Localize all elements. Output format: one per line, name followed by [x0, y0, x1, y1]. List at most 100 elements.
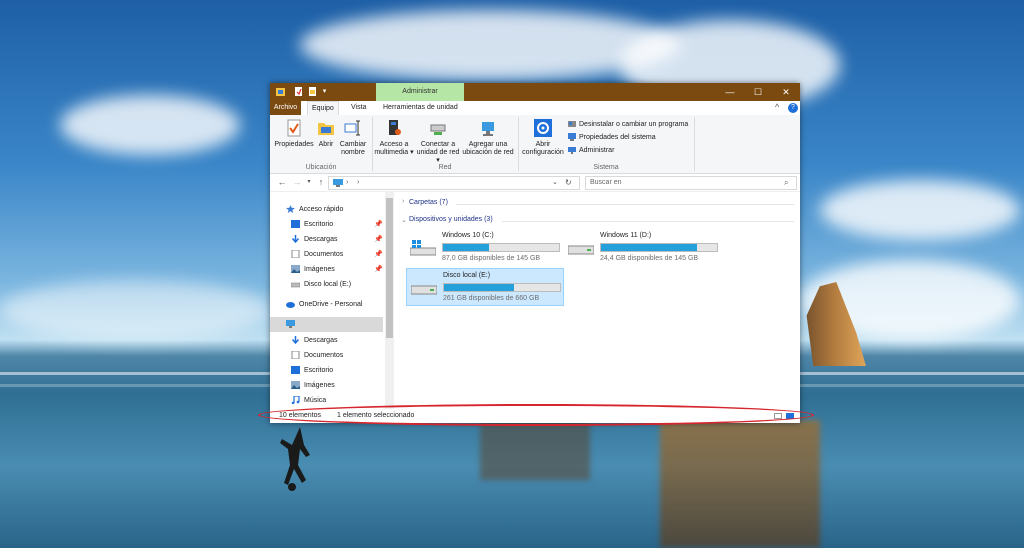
manage-computer-icon: [568, 147, 576, 155]
section-dispositivos[interactable]: Dispositivos y unidades (3): [409, 216, 493, 223]
nav-label: Imágenes: [304, 382, 335, 389]
section-divider: [456, 204, 794, 205]
nav-descargas-pc[interactable]: Descargas: [270, 333, 404, 348]
conectar-label-2: unidad de red ▾: [416, 149, 460, 164]
search-placeholder: Buscar en: [590, 179, 622, 186]
nav-disco-local[interactable]: Disco local (E:): [270, 277, 404, 292]
search-icon[interactable]: ⌕: [784, 177, 788, 189]
media-server-icon: [389, 120, 401, 135]
properties-icon[interactable]: [294, 86, 303, 97]
help-icon[interactable]: ?: [788, 103, 798, 113]
nav-escritorio-pc[interactable]: Escritorio: [270, 363, 404, 378]
nav-label: Documentos: [304, 251, 344, 258]
explorer-icon[interactable]: [276, 86, 285, 97]
conectar-label-1: Conectar a: [420, 141, 456, 148]
administrar-button[interactable]: Administrar: [568, 146, 614, 155]
chevron-down-icon[interactable]: ⌄: [401, 216, 407, 224]
music-icon: [291, 396, 300, 405]
nav-scrollbar[interactable]: [385, 192, 394, 409]
nav-onedrive[interactable]: OneDrive - Personal: [270, 297, 399, 312]
abrir-button[interactable]: Abrir: [314, 119, 338, 149]
agregar-label-2: ubicación de red: [462, 149, 514, 156]
document-icon: [291, 250, 300, 259]
nav-acceso-rapido[interactable]: Acceso rápido: [270, 202, 399, 217]
back-icon[interactable]: ←: [276, 176, 288, 188]
tab-herramientas-de-unidad[interactable]: Herramientas de unidad: [379, 101, 462, 115]
nav-label: Documentos: [304, 352, 344, 359]
section-carpetas[interactable]: Carpetas (7): [409, 199, 448, 206]
desinstalar-programa-button[interactable]: Desinstalar o cambiar un programa: [568, 120, 688, 129]
download-icon: [291, 235, 300, 244]
breadcrumb-chevron-icon[interactable]: ›: [346, 177, 348, 189]
ribbon-tabs: Archivo Equipo Vista Herramientas de uni…: [270, 101, 800, 116]
drive-name: Windows 11 (D:): [600, 232, 652, 239]
breadcrumb-chevron-icon[interactable]: ›: [357, 177, 359, 189]
search-input[interactable]: Buscar en ⌕: [585, 176, 797, 190]
forward-icon[interactable]: →: [291, 176, 303, 188]
drive-icon: [411, 285, 437, 295]
propiedades-sistema-button[interactable]: Propiedades del sistema: [568, 133, 656, 142]
propiedades-button[interactable]: Propiedades: [274, 119, 314, 149]
drive-free-space: 87,0 GB disponibles de 145 GB: [442, 255, 541, 262]
tab-administrar[interactable]: Administrar: [376, 83, 464, 101]
this-pc-icon: [286, 320, 295, 329]
drive-free-space: 261 GB disponibles de 660 GB: [443, 295, 540, 302]
drive-d[interactable]: Windows 11 (D:) 24,4 GB disponibles de 1…: [564, 229, 720, 265]
up-arrow-icon[interactable]: ↑: [315, 176, 327, 188]
cambiar-label-2: nombre: [341, 149, 365, 156]
tab-equipo[interactable]: Equipo: [307, 101, 339, 116]
tab-archivo[interactable]: Archivo: [270, 101, 301, 115]
star-icon: [286, 205, 295, 214]
pin-icon[interactable]: 📌: [374, 262, 383, 277]
propiedades-sistema-label: Propiedades del sistema: [579, 134, 656, 141]
chevron-right-icon[interactable]: ›: [402, 198, 404, 205]
this-pc-icon: [333, 179, 343, 187]
pin-icon[interactable]: 📌: [374, 232, 383, 247]
document-icon: [291, 351, 300, 360]
acceso-multimedia-button[interactable]: Acceso a multimedia ▾: [374, 119, 414, 157]
pin-icon[interactable]: 📌: [374, 217, 383, 232]
drive-usage-bar: [600, 243, 718, 252]
address-dropdown-icon[interactable]: ⌄: [552, 177, 558, 189]
water-reflection: [480, 420, 590, 480]
tab-vista[interactable]: Vista: [347, 101, 370, 115]
highlight-annotation: [258, 404, 814, 426]
nav-this-pc[interactable]: [270, 317, 383, 332]
maximize-icon[interactable]: ☐: [744, 83, 772, 101]
dropdown-icon[interactable]: ▾: [320, 86, 329, 97]
new-folder-icon[interactable]: [308, 86, 317, 97]
propiedades-label: Propiedades: [274, 141, 314, 148]
nav-documentos-pc[interactable]: Documentos: [270, 348, 404, 363]
navigation-pane: Acceso rápido Escritorio 📌 Descargas 📌 Doc…: [270, 192, 385, 409]
nav-descargas[interactable]: Descargas 📌: [270, 232, 404, 247]
collapse-ribbon-icon[interactable]: ^: [775, 102, 779, 112]
nav-documentos[interactable]: Documentos 📌: [270, 247, 404, 262]
title-bar[interactable]: ▾ Administrar — ☐ ✕: [270, 83, 800, 101]
nav-escritorio[interactable]: Escritorio 📌: [270, 217, 404, 232]
recent-locations-icon[interactable]: ▾: [303, 176, 315, 188]
network-drive-icon: [430, 124, 446, 135]
address-field[interactable]: › › ⌄ ↻: [328, 176, 580, 190]
file-explorer-window: ▾ Administrar — ☐ ✕ Archivo Equipo Vista…: [270, 83, 800, 423]
drive-name: Windows 10 (C:): [442, 232, 494, 239]
drive-c[interactable]: Windows 10 (C:) 87,0 GB disponibles de 1…: [406, 229, 562, 265]
section-divider: [502, 221, 794, 222]
minimize-icon[interactable]: —: [716, 83, 744, 101]
pictures-icon: [291, 381, 300, 390]
conectar-unidad-button[interactable]: Conectar a unidad de red ▾: [414, 119, 462, 165]
cambiar-nombre-button[interactable]: Cambiar nombre: [338, 119, 368, 157]
drive-e[interactable]: Disco local (E:) 261 GB disponibles de 6…: [406, 268, 564, 306]
rock-reflection: [660, 420, 820, 548]
scrollbar-thumb[interactable]: [386, 198, 393, 338]
pin-icon[interactable]: 📌: [374, 247, 383, 262]
nav-label: Acceso rápido: [299, 206, 344, 213]
abrir-configuracion-button[interactable]: Abrir configuración: [520, 119, 566, 157]
group-sistema: Sistema: [593, 164, 619, 171]
nav-imagenes-pc[interactable]: Imágenes: [270, 378, 404, 393]
refresh-icon[interactable]: ↻: [565, 177, 572, 189]
close-icon[interactable]: ✕: [772, 83, 800, 101]
agregar-ubicacion-button[interactable]: Agregar una ubicación de red: [462, 119, 514, 157]
desktop-icon: [291, 220, 300, 229]
abrir-label: Abrir: [318, 141, 334, 148]
nav-imagenes[interactable]: Imágenes 📌: [270, 262, 404, 277]
